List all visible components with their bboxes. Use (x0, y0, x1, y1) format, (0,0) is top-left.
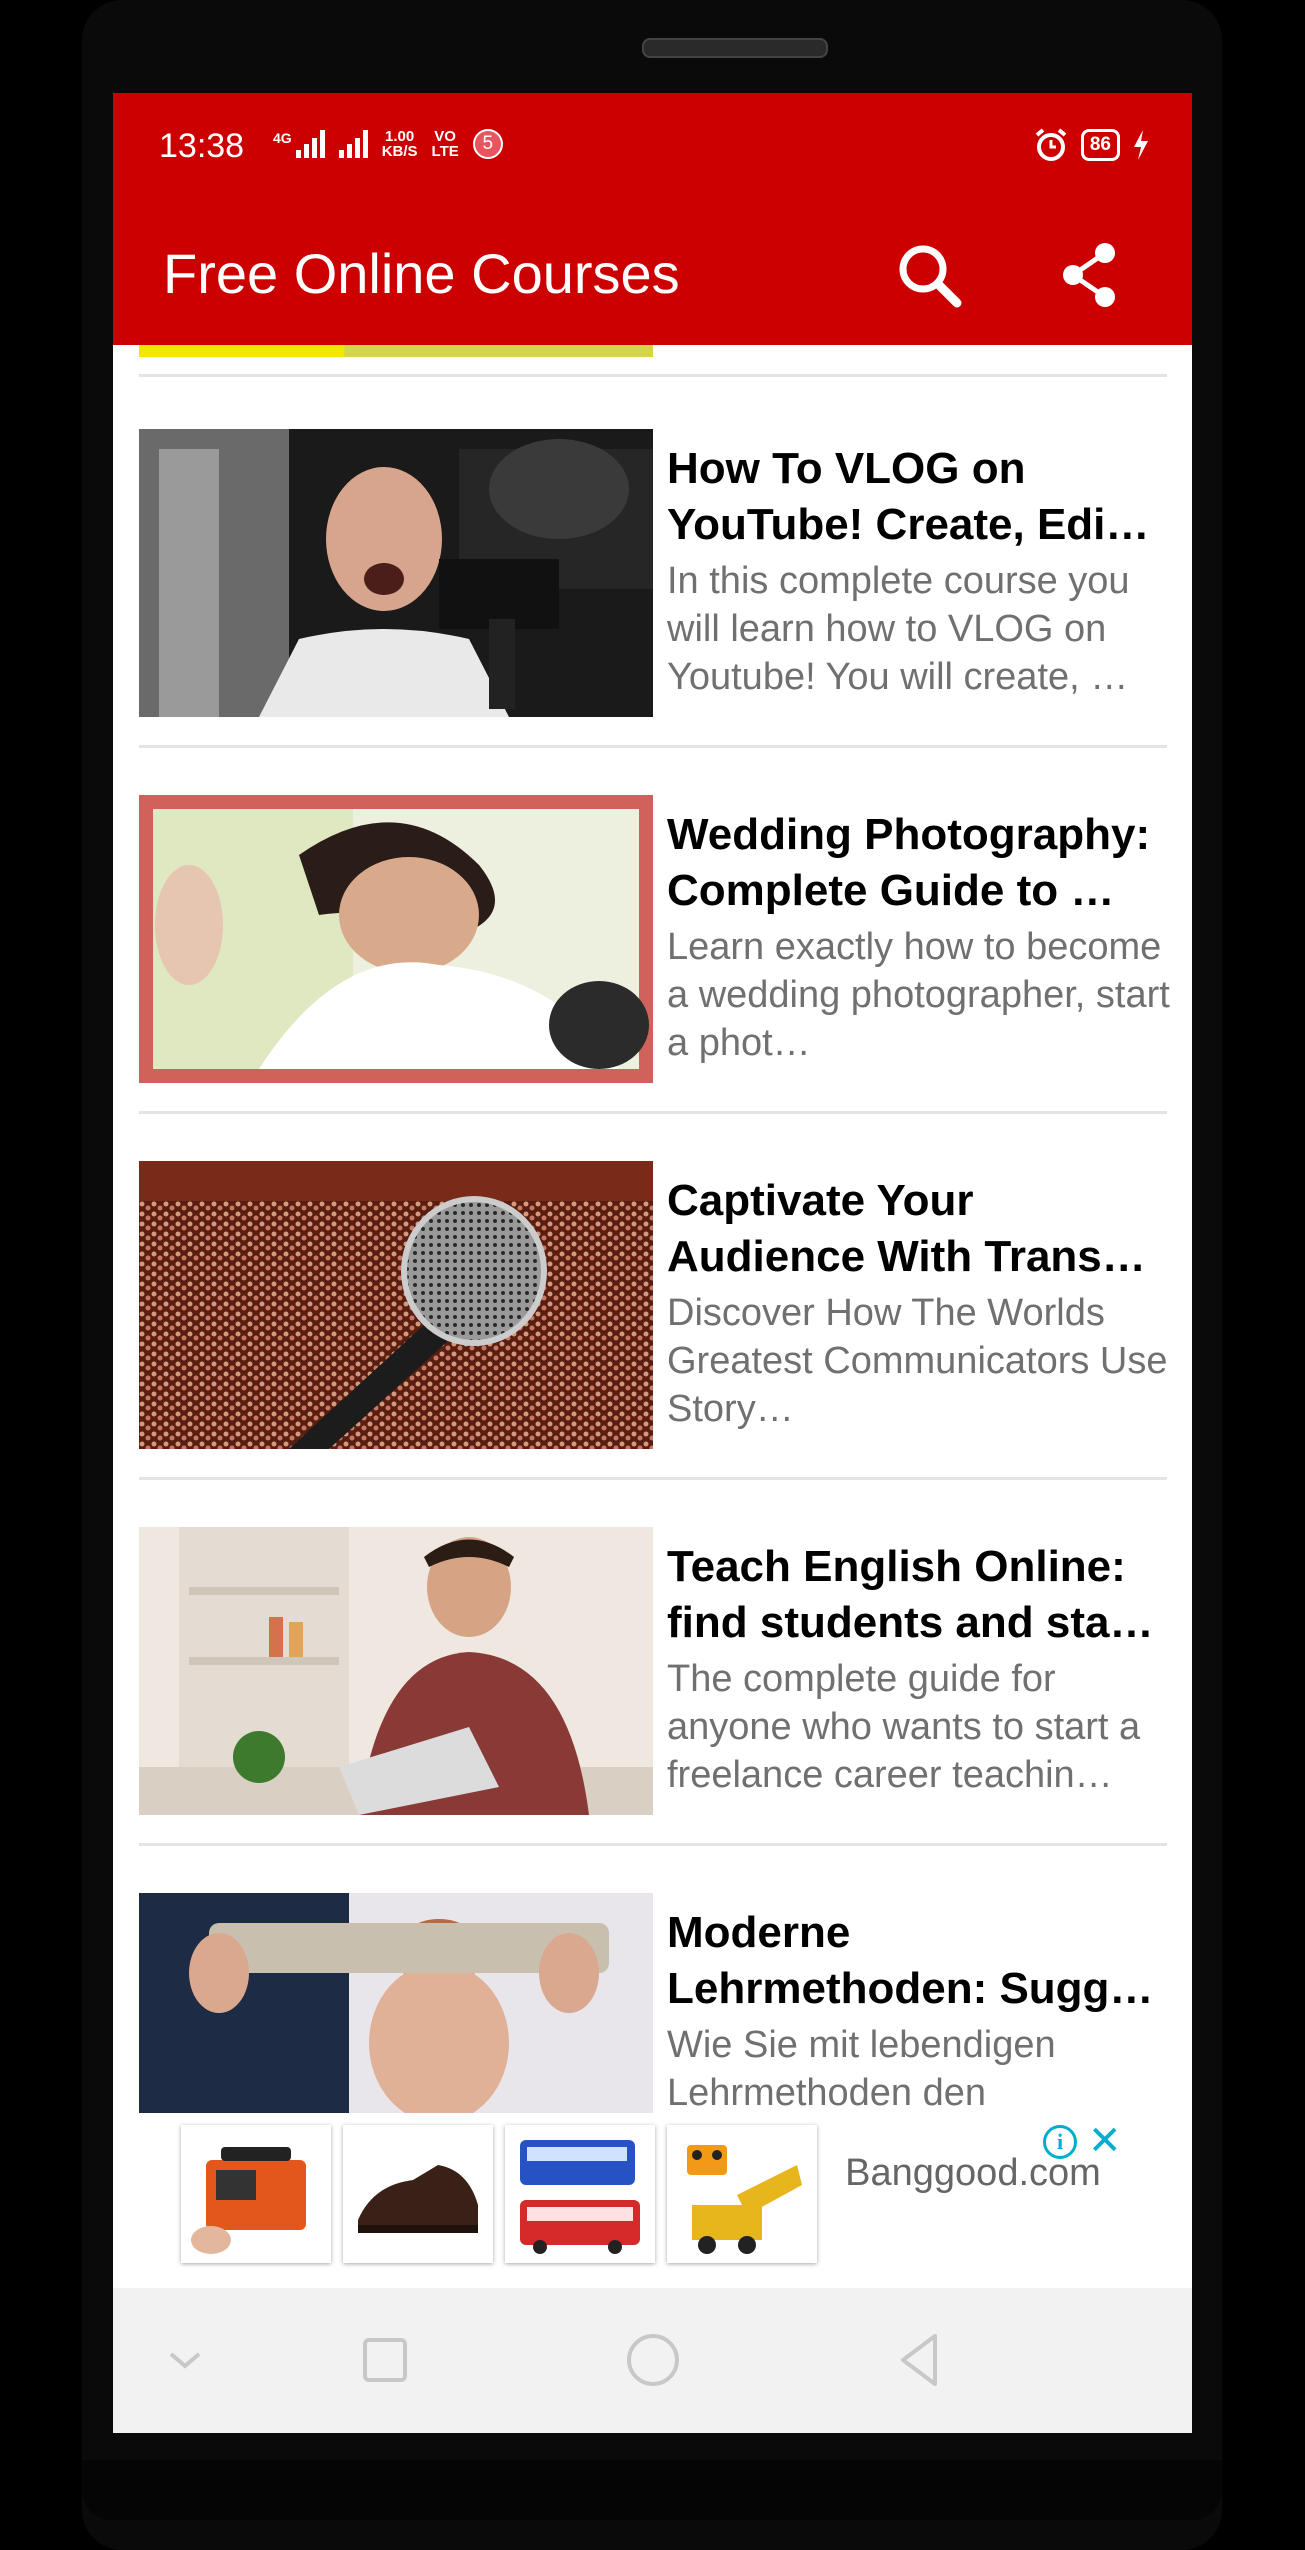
system-nav-bar (113, 2288, 1192, 2433)
signal-1-icon: 4G (273, 130, 325, 158)
back-button[interactable] (889, 2328, 953, 2392)
divider (139, 374, 1167, 377)
status-icons: 4G 1.00 KB/S VO LTE 5 (273, 129, 503, 159)
recents-button[interactable] (353, 2328, 417, 2392)
divider (139, 1843, 1167, 1846)
course-thumbnail[interactable] (139, 1161, 653, 1449)
course-thumbnail[interactable] (139, 1893, 653, 2113)
network-type: 4G (273, 130, 292, 146)
info-icon[interactable]: i (1043, 2125, 1077, 2159)
app-title: Free Online Courses (163, 242, 680, 305)
course-card[interactable]: How To VLOG on YouTube! Create, Edi… In … (113, 429, 1192, 719)
phone-bottom-bezel (82, 2460, 1222, 2520)
net-speed: 1.00 KB/S (382, 129, 418, 159)
chevron-down-icon (169, 2352, 201, 2369)
course-card[interactable]: Wedding Photography: Complete Guide to …… (113, 795, 1192, 1085)
ad-brand-name[interactable]: Banggood.com (833, 2149, 1113, 2197)
partial-course-thumbnail[interactable] (139, 345, 653, 357)
back-triangle-icon (901, 2334, 937, 2386)
course-card[interactable]: Captivate Your Audience With Trans… Disc… (113, 1161, 1192, 1451)
course-thumbnail[interactable] (139, 1527, 653, 1815)
course-card[interactable]: Moderne Lehrmethoden: Sugg… Wie Sie mit … (113, 1893, 1192, 2113)
volte-bottom: LTE (431, 143, 459, 160)
course-description: In this complete course you will learn h… (667, 560, 1130, 698)
earpiece-speaker (642, 38, 828, 58)
divider (139, 1111, 1167, 1114)
search-icon (899, 245, 962, 308)
course-title[interactable]: Captivate Your Audience With Trans… (667, 1173, 1177, 1285)
net-speed-value: 1.00 (385, 128, 415, 145)
notification-count-badge: 5 (472, 129, 503, 159)
volte-top: VO (434, 128, 456, 145)
status-time: 13:38 (159, 127, 245, 165)
home-button[interactable] (621, 2328, 685, 2392)
alarm-icon (1035, 128, 1067, 161)
course-title[interactable]: Wedding Photography: Complete Guide to … (667, 807, 1177, 919)
app-bar: Free Online Courses (113, 203, 1192, 345)
close-icon[interactable]: ✕ (1088, 2121, 1122, 2161)
ad-product-image[interactable] (181, 2125, 331, 2263)
volte-icon: VO LTE (432, 129, 459, 159)
signal-2-icon (338, 130, 368, 158)
battery-level: 86 (1080, 129, 1120, 161)
divider (139, 745, 1167, 748)
ad-product-image[interactable] (343, 2125, 493, 2263)
share-icon (1063, 243, 1115, 307)
status-bar: 13:38 4G 1.00 KB/S VO LTE 5 86 (113, 93, 1192, 203)
ad-banner[interactable]: Banggood.com i ✕ (113, 2113, 1192, 2288)
charging-icon (1134, 130, 1148, 160)
course-title[interactable]: Teach English Online: find students and … (667, 1539, 1177, 1651)
net-speed-unit: KB/S (381, 143, 418, 160)
ad-product-image[interactable] (505, 2125, 655, 2263)
divider (139, 1477, 1167, 1480)
circle-icon (627, 2334, 679, 2386)
status-right: 86 (1033, 127, 1150, 163)
course-description: Learn exactly how to become a wedding ph… (667, 926, 1170, 1064)
square-icon (363, 2338, 407, 2382)
course-thumbnail[interactable] (139, 429, 653, 717)
course-description: The complete guide for anyone who wants … (667, 1658, 1141, 1796)
share-button[interactable] (1053, 239, 1125, 311)
search-button[interactable] (893, 239, 965, 311)
screen: 13:38 4G 1.00 KB/S VO LTE 5 86 Free Onli… (113, 93, 1192, 2433)
course-thumbnail[interactable] (139, 795, 653, 1083)
course-title[interactable]: How To VLOG on YouTube! Create, Edi… (667, 441, 1177, 553)
hide-nav-button[interactable] (153, 2328, 217, 2392)
course-description: Wie Sie mit lebendigen Lehrmethoden den (667, 2024, 1056, 2113)
course-card[interactable]: Teach English Online: find students and … (113, 1527, 1192, 1817)
course-description: Discover How The Worlds Greatest Communi… (667, 1292, 1168, 1430)
course-title[interactable]: Moderne Lehrmethoden: Sugg… (667, 1905, 1177, 2017)
ad-product-image[interactable] (667, 2125, 817, 2263)
